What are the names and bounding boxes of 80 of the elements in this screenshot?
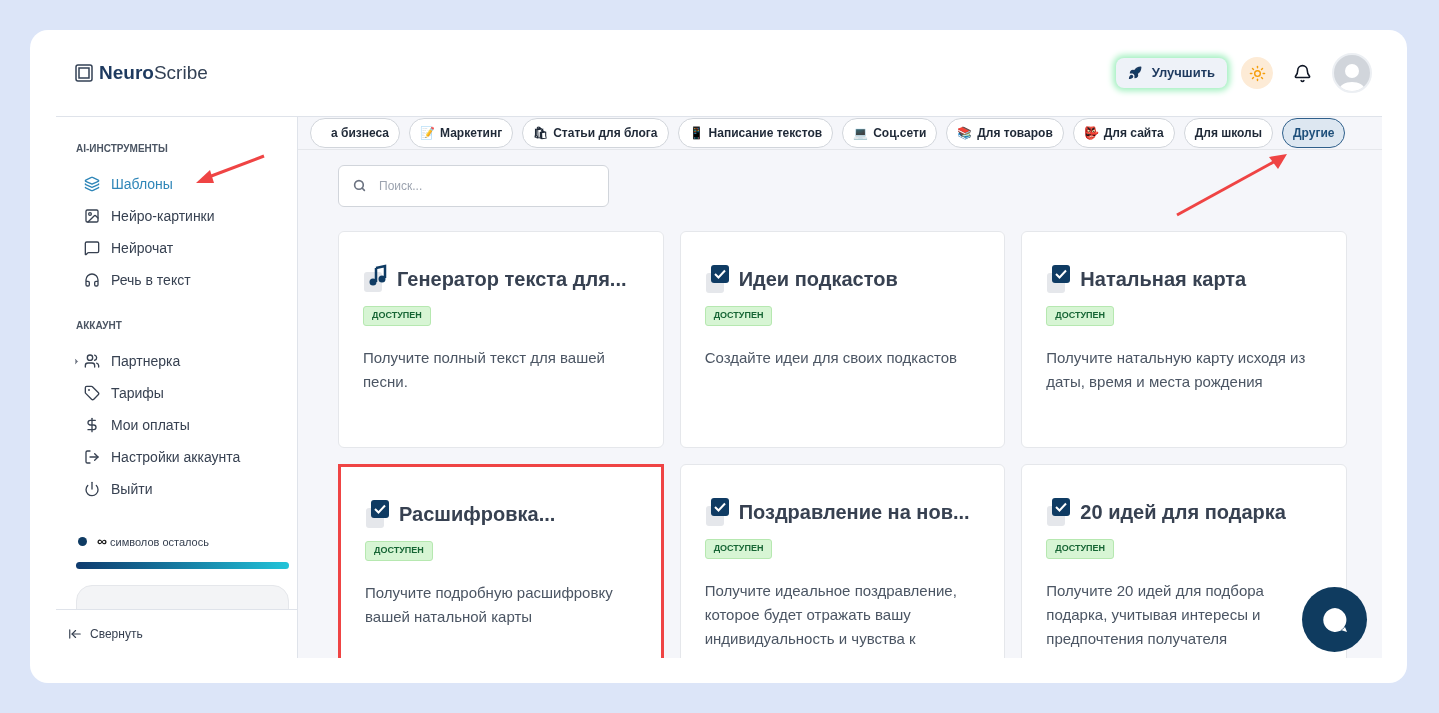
- users-icon: [84, 353, 100, 369]
- logo-icon: [75, 64, 93, 82]
- collapse-icon: [68, 627, 82, 641]
- upgrade-button[interactable]: Улучшить: [1115, 58, 1227, 88]
- card-title: Генератор текста для...: [397, 267, 627, 292]
- sidebar-item[interactable]: Настройки аккаунта: [76, 446, 241, 468]
- section-heading: AI-ИНСТРУМЕНТЫ: [76, 142, 169, 156]
- template-card[interactable]: Идеи подкастов ДОСТУПЕН Создайте идеи для своих подкастов: [679, 231, 1006, 448]
- theme-toggle[interactable]: [1241, 57, 1273, 89]
- chat-bubble-icon: [1320, 605, 1349, 634]
- sidebar-item[interactable]: Речь в текст: [76, 269, 191, 291]
- logout-icon: [84, 449, 100, 465]
- status-badge: ДОСТУПЕН: [1046, 539, 1115, 559]
- category-chip[interactable]: Для школы: [1183, 118, 1273, 148]
- annotation-arrow: [194, 154, 266, 186]
- headphones-icon: [84, 272, 100, 288]
- sidebar-item[interactable]: Шаблоны: [76, 173, 173, 195]
- card-title: Расшифровка...: [399, 502, 556, 527]
- card-description: Получите полный текст для вашей песни.: [363, 347, 606, 392]
- card-title: Натальная карта: [1080, 267, 1247, 292]
- search-icon: [353, 179, 366, 192]
- sidebar-item[interactable]: Нейро-картинки: [76, 205, 215, 227]
- checkbox-icon: [704, 264, 731, 294]
- template-card[interactable]: 20 идей для подарка ДОСТУПЕН Получите 20 идей для подбора подарка, учитывая интересы и предпочтения получателя: [1021, 464, 1347, 658]
- sidebar-item[interactable]: Нейрочат: [76, 237, 174, 259]
- shopping-bag-icon: 🛍: [533, 124, 549, 142]
- music-note-icon: [363, 264, 389, 294]
- category-chip[interactable]: 🛍 Статьи для блога: [522, 118, 669, 148]
- category-chip[interactable]: а бизнеса: [310, 118, 401, 148]
- mask-icon: 👺: [1083, 124, 1099, 142]
- status-badge: ДОСТУПЕН: [704, 539, 773, 559]
- status-badge: ДОСТУПЕН: [365, 541, 433, 561]
- sidebar-item[interactable]: Выйти: [76, 478, 153, 500]
- template-card[interactable]: Генератор текста для... ДОСТУПЕН Получите полный текст для вашей песни.: [338, 231, 664, 448]
- template-card[interactable]: Расшифровка... ДОСТУПЕН Получите подробную расшифровку вашей натальной карты: [338, 464, 664, 658]
- checkbox-icon: [704, 497, 731, 527]
- layers-icon: [84, 176, 100, 192]
- category-chip[interactable]: Другие: [1282, 118, 1346, 148]
- template-card[interactable]: Поздравление на нов... ДОСТУПЕН Получите идеальное поздравление, которое будет отражать вашу индивидуальность и чувства к: [679, 464, 1006, 658]
- category-chip[interactable]: 👺 Для сайта: [1072, 118, 1175, 148]
- chat-icon: [84, 240, 100, 256]
- sun-icon: [1248, 64, 1266, 82]
- phone-icon: 📱: [688, 124, 704, 142]
- dollar-icon: [84, 417, 100, 433]
- memo-icon: 📝: [420, 124, 436, 142]
- status-badge: ДОСТУПЕН: [363, 306, 431, 326]
- checkbox-icon: [1046, 497, 1073, 527]
- template-card[interactable]: Натальная карта ДОСТУПЕН Получите натальную карту исходя из даты, время и места рождения: [1021, 231, 1347, 448]
- card-description: Создайте идеи для своих подкастов: [704, 347, 959, 368]
- category-chip[interactable]: 📱 Написание текстов: [677, 118, 834, 148]
- credits-text: ∞ символов осталось: [97, 532, 209, 551]
- status-badge: ДОСТУПЕН: [704, 306, 773, 326]
- category-chip[interactable]: 💻 Соц.сети: [842, 118, 938, 148]
- collapse-button[interactable]: Свернуть: [68, 625, 143, 643]
- card-description: Получите подробную расшифровку вашей натальной карты: [365, 582, 614, 627]
- notification-icon[interactable]: [1293, 63, 1312, 83]
- section-heading: АККАУНТ: [76, 319, 123, 333]
- sidebar-item[interactable]: Мои оплаты: [76, 414, 190, 436]
- card-description: Получите 20 идей для подбора подарка, учитывая интересы и предпочтения получателя: [1046, 580, 1265, 649]
- card-description: Получите натальную карту исходя из даты, время и места рождения: [1046, 347, 1307, 392]
- power-icon: [84, 481, 100, 497]
- checkbox-icon: [1046, 264, 1073, 294]
- category-chip[interactable]: 📝 Маркетинг: [409, 118, 514, 148]
- checkbox-icon: [365, 499, 391, 529]
- card-description: Получите идеальное поздравление, которое будет отражать вашу индивидуальность и чувства к: [704, 580, 958, 649]
- expand-caret-icon[interactable]: [72, 356, 81, 366]
- tag-icon: [84, 385, 100, 401]
- laptop-icon: 💻: [853, 124, 869, 142]
- books-icon: 📚: [957, 124, 973, 142]
- card-title: Поздравление на нов...: [738, 500, 970, 525]
- status-badge: ДОСТУПЕН: [1046, 306, 1115, 326]
- card-title: Идеи подкастов: [738, 267, 898, 292]
- rocket-icon: [1127, 66, 1142, 80]
- logo-text[interactable]: NeuroScribe: [99, 58, 208, 88]
- search-field[interactable]: Поиск...: [338, 165, 609, 207]
- card-title: 20 идей для подарка: [1080, 500, 1286, 525]
- category-chip[interactable]: 📚 Для товаров: [946, 118, 1064, 148]
- sidebar-item[interactable]: Партнерка: [76, 350, 181, 372]
- image-icon: [84, 208, 100, 224]
- sidebar-item[interactable]: Тарифы: [76, 382, 164, 404]
